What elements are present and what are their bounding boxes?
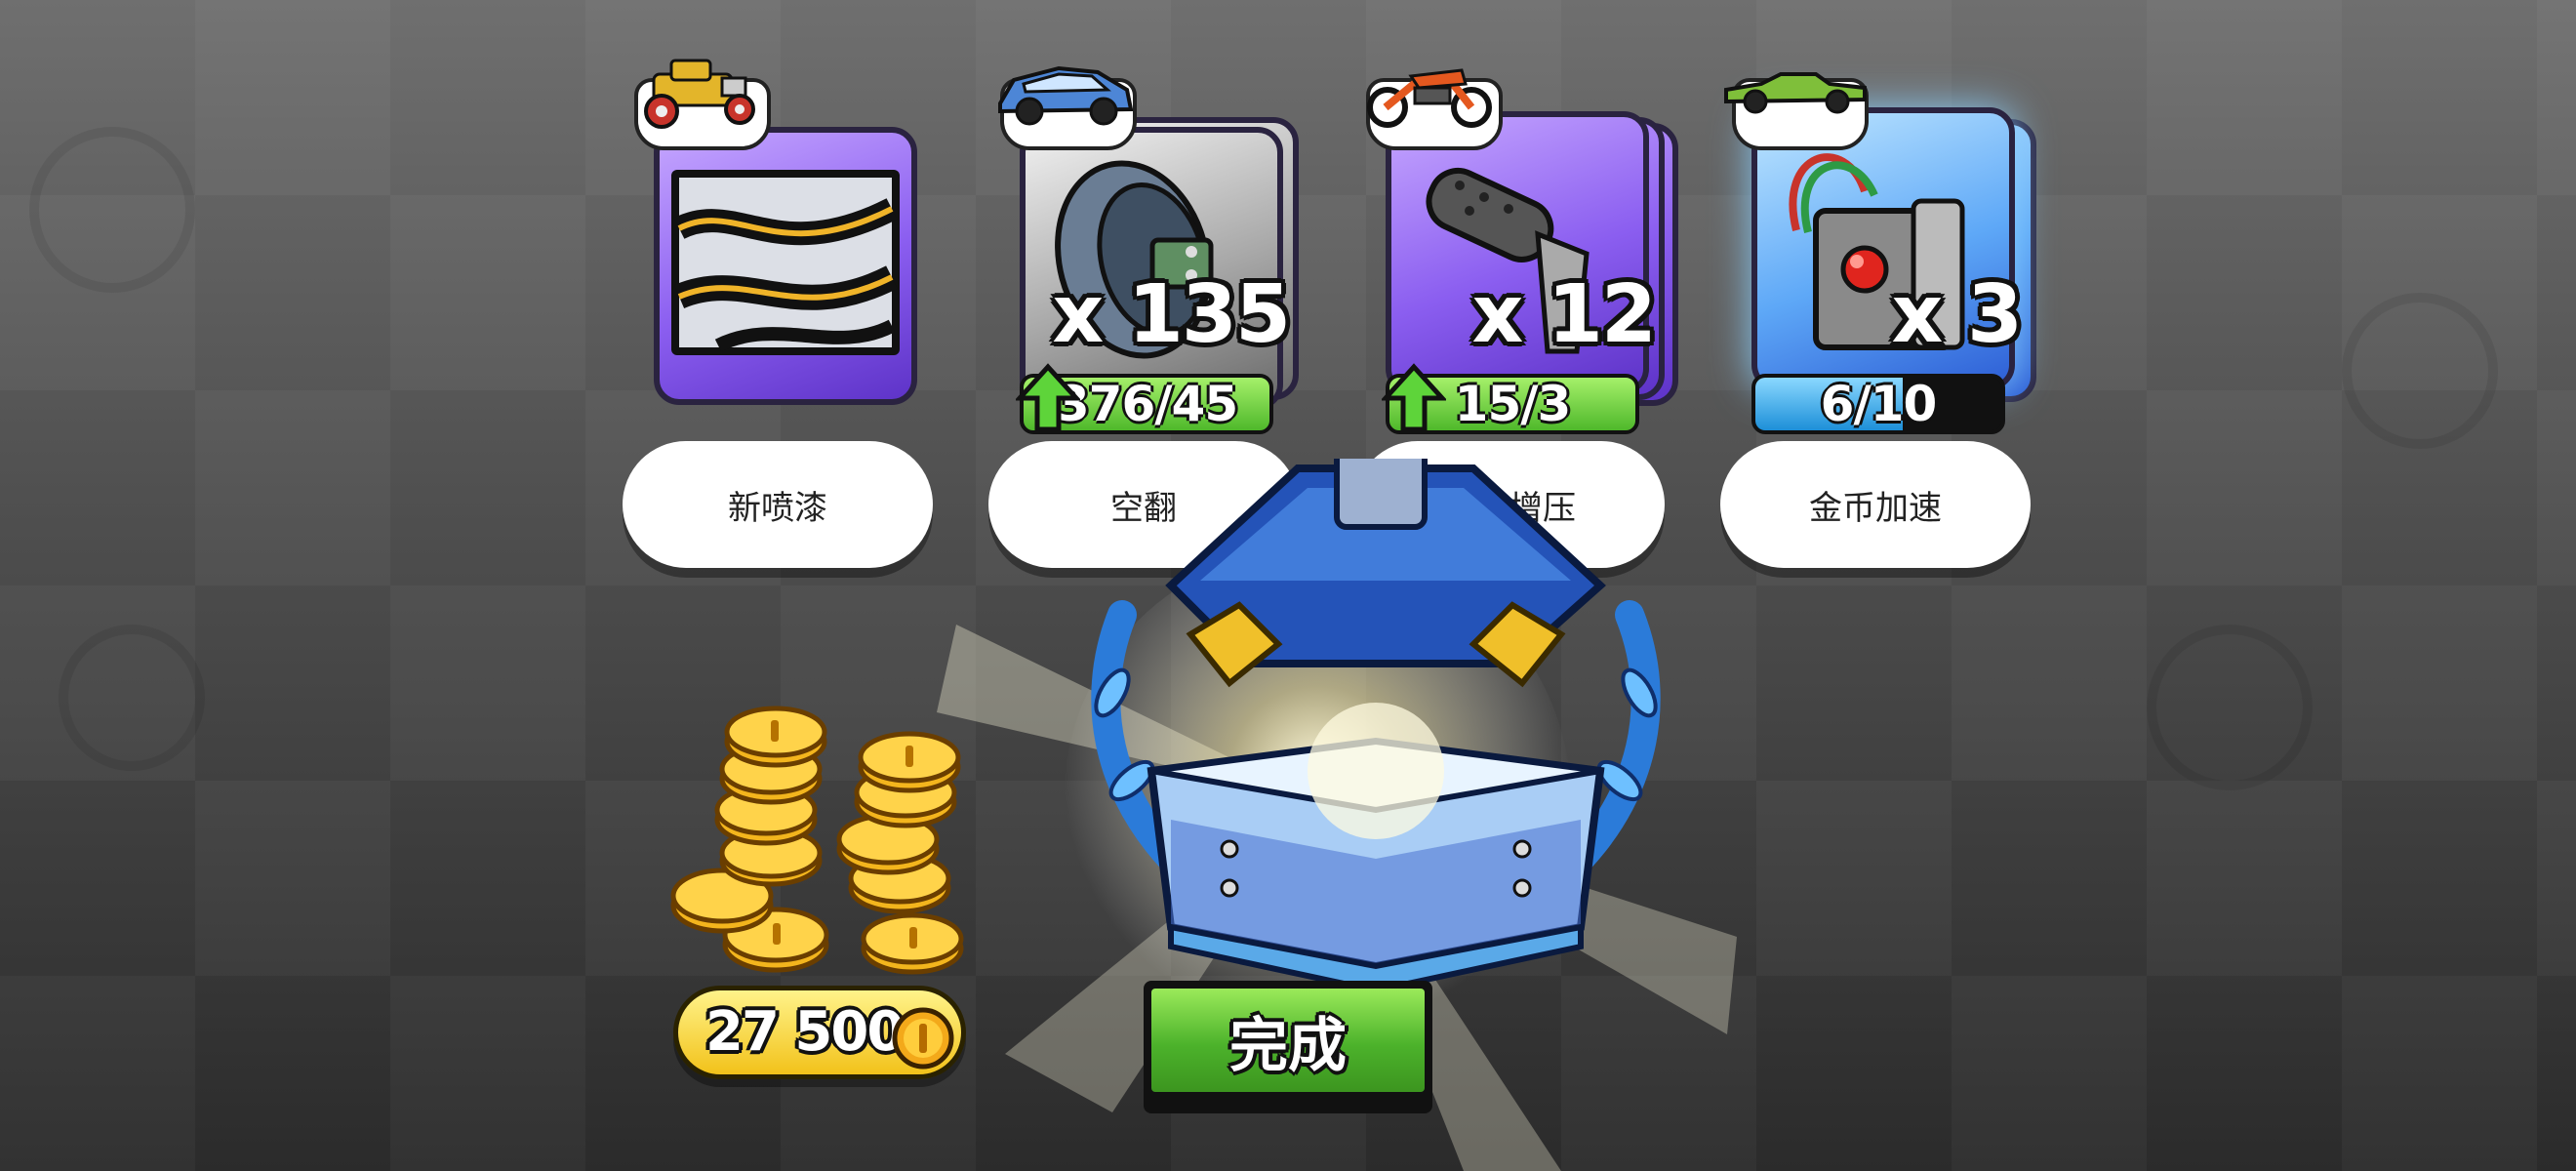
bg-tire-icon — [29, 127, 195, 293]
vehicle-tag — [998, 65, 1137, 150]
upgrade-progress-bar: 6/10 — [1751, 374, 2005, 434]
upgrade-arrow-icon — [1382, 363, 1446, 432]
reward-name: 金币加速 — [1809, 488, 1942, 528]
bg-gear-icon — [59, 625, 205, 771]
open-chest-icon — [1091, 459, 1661, 994]
item-count: x 12 — [1471, 268, 1657, 361]
bg-gauge-icon — [2342, 293, 2498, 449]
reward-card-turbo: x 12 15/3 — [1356, 68, 1678, 434]
reward-card-flip: x 135 376/45 — [990, 65, 1303, 434]
paint-card-frame — [654, 127, 917, 405]
done-button-face[interactable]: 完成 — [1151, 989, 1425, 1092]
item-count: x 3 — [1891, 268, 2023, 361]
lowrider-car-icon — [1724, 72, 1867, 114]
reward-name-pill: 金币加速 — [1720, 441, 2031, 568]
bg-wheel-icon — [2147, 625, 2313, 790]
done-button[interactable]: 完成 — [1144, 981, 1432, 1113]
paint-job-icon — [671, 170, 900, 355]
hatchback-car-icon — [998, 65, 1134, 126]
vehicle-tag — [1724, 72, 1869, 150]
done-button-label: 完成 — [1229, 1011, 1347, 1080]
reward-name: 新喷漆 — [728, 488, 827, 528]
dirt-bike-icon — [1367, 68, 1492, 128]
item-count: x 135 — [1052, 268, 1291, 361]
coins-amount: 27 500 — [705, 1000, 905, 1064]
coin-icon — [892, 1007, 954, 1070]
coin-stack-icon — [670, 706, 964, 975]
reward-card-coin-boost: x 3 6/10 — [1722, 72, 2036, 434]
vehicle-tag — [1366, 68, 1503, 150]
vehicle-tag — [634, 59, 771, 150]
reward-card-paint — [624, 59, 937, 410]
coins-reward-badge: 27 500 — [673, 986, 966, 1079]
hot-rod-icon — [644, 59, 755, 129]
upgrade-arrow-icon — [1016, 363, 1080, 432]
upgrade-progress-text: 6/10 — [1820, 376, 1938, 432]
